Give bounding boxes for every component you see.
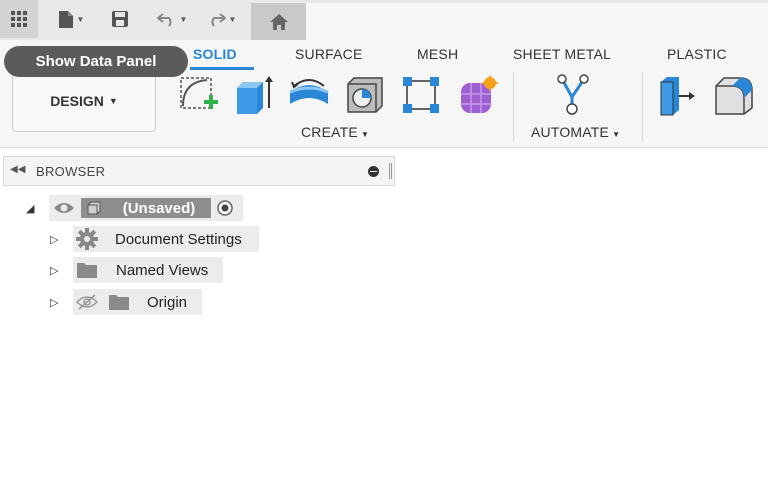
component-icon-box <box>81 198 107 218</box>
panel-resize-handle[interactable] <box>389 163 392 179</box>
gear-icon <box>76 228 98 250</box>
eye-icon[interactable] <box>53 201 75 215</box>
extrude-icon <box>237 76 273 114</box>
hole-button[interactable] <box>342 73 388 117</box>
tree-item-origin[interactable]: Origin <box>73 289 202 315</box>
pattern-icon <box>403 77 439 113</box>
browser-panel-header: ◀◀ BROWSER <box>3 156 395 186</box>
chevron-down-icon: ▼ <box>228 14 237 24</box>
tree-item-label: Document Settings <box>115 230 242 248</box>
press-pull-button[interactable] <box>655 73 701 117</box>
tree-item-document-settings[interactable]: Document Settings <box>73 226 259 252</box>
data-panel-tooltip: Show Data Panel <box>4 46 188 77</box>
data-panel-button[interactable] <box>0 0 38 38</box>
home-icon <box>269 13 288 30</box>
extrude-button[interactable] <box>230 73 276 117</box>
fillet-button[interactable] <box>711 73 757 117</box>
tree-collapse-icon[interactable]: ◢ <box>26 202 34 215</box>
tab-sheet-metal[interactable]: SHEET METAL <box>513 46 611 62</box>
tree-root-label: (Unsaved) <box>107 198 211 218</box>
press-pull-icon <box>660 77 695 116</box>
automate-group-menu[interactable]: AUTOMATE ▼ <box>531 124 620 140</box>
tree-item-label: Named Views <box>116 261 209 279</box>
automate-group-label: AUTOMATE <box>531 124 610 140</box>
create-form-button[interactable] <box>455 73 501 117</box>
create-sketch-button[interactable] <box>175 73 221 117</box>
create-group-menu[interactable]: CREATE ▼ <box>301 124 369 140</box>
document-tab[interactable] <box>306 3 768 40</box>
fusion-window: ▼ ▼ ▼ SOLID SURFACE MESH SHEET METAL PLA… <box>0 0 768 481</box>
automate-button[interactable] <box>552 73 598 117</box>
tree-expand-icon[interactable]: ▷ <box>50 264 58 277</box>
collapse-panel-icon[interactable]: ◀◀ <box>10 164 25 175</box>
panel-pin-icon[interactable] <box>368 166 379 177</box>
group-divider <box>642 72 643 142</box>
tab-plastic[interactable]: PLASTIC <box>667 46 727 62</box>
tree-item-label: Origin <box>147 293 188 311</box>
save-icon <box>112 11 128 27</box>
chevron-down-icon: ▼ <box>360 130 370 139</box>
quick-access-toolbar: ▼ ▼ ▼ <box>0 0 768 40</box>
chevron-down-icon: ▼ <box>612 130 621 139</box>
redo-button[interactable]: ▼ <box>198 0 244 38</box>
tree-expand-icon[interactable]: ▷ <box>50 296 58 309</box>
automate-icon <box>557 74 589 115</box>
activate-radio-icon[interactable] <box>217 200 233 216</box>
file-menu-button[interactable]: ▼ <box>50 0 92 38</box>
form-icon <box>461 74 499 113</box>
tab-mesh[interactable]: MESH <box>417 46 458 62</box>
folder-icon <box>77 263 97 278</box>
pattern-button[interactable] <box>398 73 444 117</box>
sketch-icon <box>180 77 218 109</box>
revolve-icon <box>289 79 329 104</box>
undo-button[interactable]: ▼ <box>150 0 194 38</box>
folder-icon <box>109 295 129 310</box>
fillet-icon <box>715 77 753 115</box>
hole-icon <box>347 77 383 113</box>
tree-expand-icon[interactable]: ▷ <box>50 233 58 246</box>
chevron-down-icon: ▼ <box>179 14 188 24</box>
grid-icon <box>11 11 27 27</box>
create-group-label: CREATE <box>301 124 358 140</box>
save-button[interactable] <box>106 0 134 38</box>
revolve-button[interactable] <box>286 73 332 117</box>
tree-item-named-views[interactable]: Named Views <box>73 257 223 283</box>
tree-root-unsaved[interactable]: (Unsaved) <box>49 195 243 221</box>
redo-icon <box>211 13 226 27</box>
home-tab[interactable] <box>251 3 306 40</box>
undo-icon <box>156 13 171 27</box>
browser-title: BROWSER <box>36 164 106 179</box>
active-tab-indicator <box>190 67 254 70</box>
chevron-down-icon: ▼ <box>76 14 85 24</box>
file-icon <box>58 10 73 28</box>
group-divider <box>513 72 514 142</box>
tab-solid[interactable]: SOLID <box>193 46 237 62</box>
tab-surface[interactable]: SURFACE <box>295 46 363 62</box>
chevron-down-icon: ▼ <box>108 96 118 106</box>
workspace-label: DESIGN <box>50 93 104 109</box>
workspace-switcher[interactable]: DESIGN ▼ <box>12 70 156 132</box>
component-icon <box>87 201 101 215</box>
eye-hidden-icon[interactable] <box>76 294 98 310</box>
